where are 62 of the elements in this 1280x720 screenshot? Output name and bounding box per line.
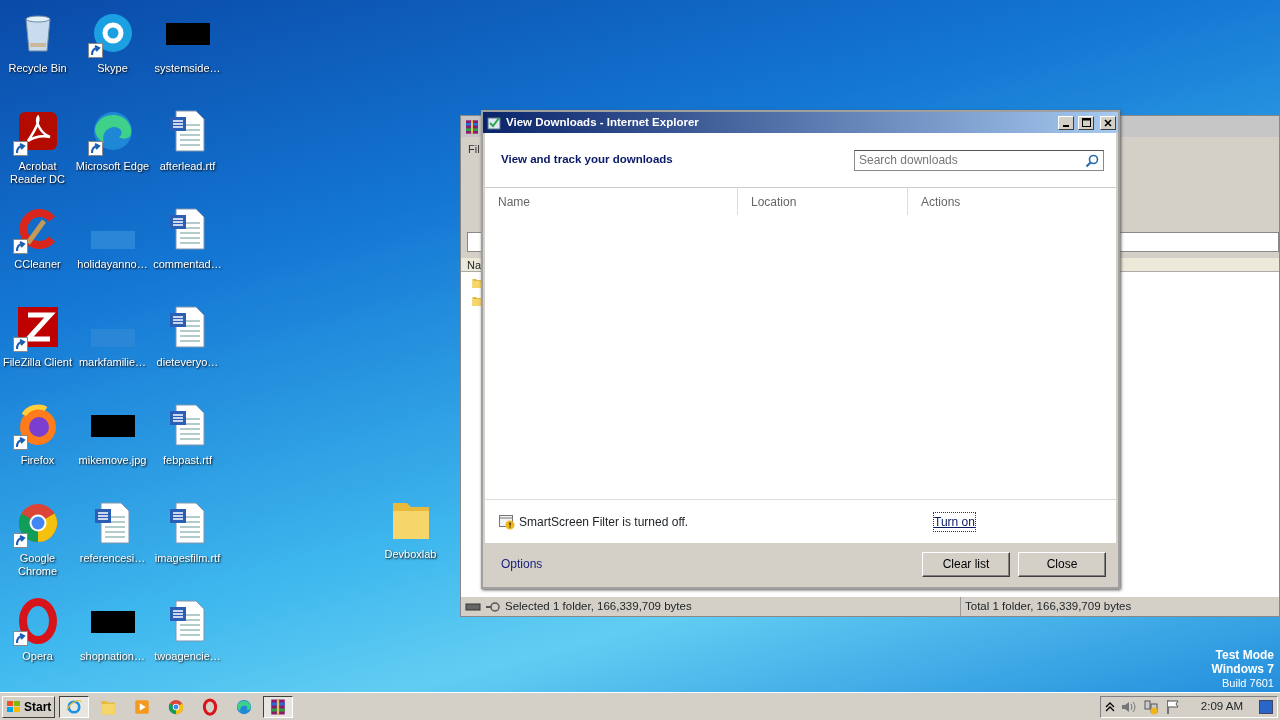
icon-label[interactable]: Skype <box>97 62 128 75</box>
column-header[interactable]: Actions <box>908 188 1116 215</box>
browser-icon <box>201 697 220 716</box>
turn-on-link[interactable]: Turn on <box>933 511 976 532</box>
folder-icon <box>471 295 483 308</box>
icon-label[interactable]: holidayanno… <box>77 258 148 271</box>
status-text: Total 1 folder, 166,339,709 bytes <box>965 598 1132 614</box>
icon-label[interactable]: systemside… <box>154 62 221 75</box>
maximize-button[interactable] <box>1078 115 1094 130</box>
icon-label[interactable]: commentad… <box>153 258 222 271</box>
archive-icon <box>464 118 480 135</box>
clear-list-button[interactable]: Clear list <box>922 551 1010 577</box>
archive-icon <box>269 697 288 716</box>
windows-logo-icon <box>6 699 22 714</box>
start-button[interactable]: Start <box>2 695 56 718</box>
icon-label[interactable]: FileZilla Client <box>2 356 73 369</box>
downloads-icon <box>486 114 502 131</box>
speaker-icon[interactable] <box>1120 699 1137 714</box>
column-header[interactable]: Location <box>738 188 908 215</box>
taskbar-button[interactable] <box>59 695 90 718</box>
icon-label[interactable]: markfamilie… <box>78 356 147 369</box>
network-icon[interactable] <box>1142 698 1159 715</box>
show-desktop-button[interactable] <box>1259 699 1273 714</box>
icon-label[interactable]: CCleaner <box>14 258 61 271</box>
browser-icon <box>167 697 186 716</box>
test-mode-text: Build 7601 <box>1222 676 1274 690</box>
column-header[interactable]: Name <box>485 188 738 215</box>
close-icon <box>1104 118 1112 127</box>
icon-label[interactable]: afterlead.rtf <box>159 160 216 173</box>
test-mode-text: Windows 7 <box>1211 662 1274 676</box>
icon-label[interactable]: febpast.rtf <box>163 454 212 467</box>
chevron-up-icon[interactable] <box>1104 700 1115 713</box>
search-field[interactable]: Search downloads <box>854 149 1104 171</box>
icon-label[interactable]: mikemove.jpg <box>78 454 147 467</box>
drive-icon <box>465 601 481 612</box>
test-mode-text: Test Mode <box>1215 648 1274 662</box>
folder-icon <box>471 277 483 290</box>
dialog-heading: View and track your downloads <box>501 152 673 168</box>
close-button[interactable]: Close <box>1018 551 1106 577</box>
browser-icon <box>65 697 84 716</box>
icon-label[interactable]: Acrobat Reader DC <box>0 160 75 186</box>
warning-icon <box>499 513 515 530</box>
status-text: Selected 1 folder, 166,339,709 bytes <box>505 598 692 614</box>
window-title: View Downloads - Internet Explorer <box>506 114 700 130</box>
icon-label[interactable]: Firefox <box>20 454 55 467</box>
clock[interactable]: 2:09 AM <box>1200 697 1243 716</box>
media-player-icon <box>133 697 152 716</box>
minimize-icon <box>1063 124 1069 127</box>
search-icon[interactable] <box>1085 153 1099 168</box>
close-button[interactable] <box>1100 115 1116 130</box>
menu-item[interactable]: Fil <box>468 143 480 155</box>
column-header[interactable]: Na <box>467 258 482 271</box>
browser-icon <box>235 697 254 716</box>
minimize-button[interactable] <box>1058 115 1074 130</box>
taskbar-button[interactable] <box>263 695 294 718</box>
flag-icon[interactable] <box>1164 698 1181 715</box>
maximize-icon <box>1081 118 1091 127</box>
options-link[interactable]: Options <box>501 555 914 573</box>
icon-label[interactable]: Microsoft Edge <box>75 160 150 173</box>
icon-label[interactable]: dieteveryo… <box>156 356 219 369</box>
notice-text: SmartScreen Filter is turned off. <box>519 513 690 531</box>
icon-label[interactable]: Recycle Bin <box>8 62 67 75</box>
